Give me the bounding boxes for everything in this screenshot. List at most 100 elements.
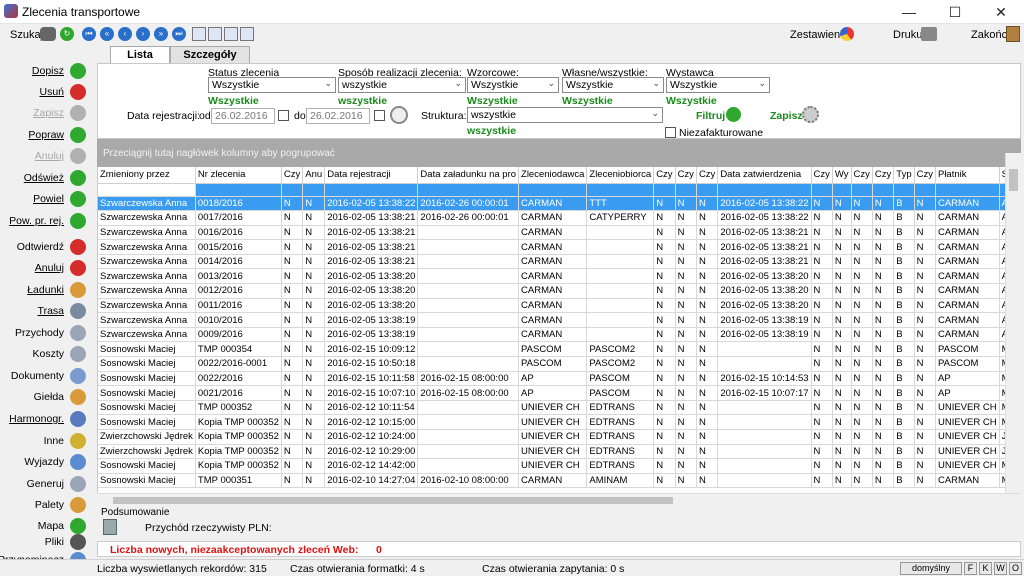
table-cell[interactable]: N — [872, 196, 895, 212]
table-row[interactable]: Zwierzchowski Jędrek Kopia TMP 000352 N N 20… — [98, 444, 1005, 460]
table-cell[interactable]: N — [872, 473, 895, 489]
table-cell[interactable]: AMINAM — [586, 473, 655, 489]
table-cell[interactable]: PASCOM2 — [586, 356, 655, 372]
table-cell[interactable]: N — [281, 458, 304, 474]
table-row[interactable]: Szwarczewska Anna 0017/2016 N N 2016-02-05 1… — [98, 210, 1005, 226]
table-cell[interactable]: UNIEVER CH — [935, 400, 1000, 416]
column-header[interactable]: Czy — [696, 167, 719, 184]
generuj-icon[interactable] — [70, 476, 86, 492]
table-cell[interactable]: N — [872, 225, 895, 241]
table-cell[interactable]: Sosnowski Maciej — [98, 400, 196, 416]
table-cell[interactable]: N — [675, 458, 697, 474]
table-cell[interactable]: N — [851, 356, 873, 372]
table-cell[interactable]: 0011/2016 — [195, 298, 282, 314]
table-cell[interactable]: N — [914, 473, 936, 489]
table-cell[interactable]: 2016-02-05 13:38:21 — [717, 225, 812, 241]
structure-select[interactable]: wszystkie ⌄ — [467, 107, 663, 123]
table-cell[interactable]: 2016-02-05 13:38:22 — [324, 196, 419, 212]
table-cell[interactable]: N — [696, 196, 719, 212]
table-cell[interactable]: N — [302, 312, 326, 328]
table-cell[interactable]: Sosnowski Maciej — [98, 385, 196, 401]
table-cell[interactable]: N — [653, 414, 676, 430]
table-row[interactable]: Szwarczewska Anna 0016/2016 N N 2016-02-05 1… — [98, 225, 1005, 241]
templates-select[interactable]: Wszystkie ⌄ — [467, 77, 559, 93]
table-cell[interactable]: N — [302, 371, 326, 387]
table-cell[interactable] — [417, 414, 520, 430]
odswiez-icon[interactable] — [70, 170, 86, 186]
table-cell[interactable]: B — [893, 341, 915, 358]
prev-page-icon[interactable]: « — [100, 27, 114, 41]
przychody-icon[interactable] — [70, 325, 86, 341]
table-cell[interactable]: UNIEVER CH — [518, 400, 588, 416]
table-cell[interactable]: N — [675, 268, 697, 285]
palety-icon[interactable] — [70, 497, 86, 513]
table-cell[interactable]: N — [914, 385, 936, 401]
table-cell[interactable]: N — [832, 473, 852, 489]
table-row[interactable]: Sosnowski Maciej TMP 000351 N N 2016-02-10 1… — [98, 473, 1005, 489]
sidebar-odtwierdz-button[interactable]: Odtwierdź — [17, 241, 64, 253]
powiel-icon[interactable] — [70, 191, 86, 207]
table-cell[interactable]: UNIEVER CH — [518, 458, 588, 474]
table-cell[interactable]: 2016-02-12 14:42:00 — [324, 458, 419, 474]
table-cell[interactable]: Szwarczewska Anna — [98, 239, 196, 255]
table-cell[interactable]: CARMAN — [935, 283, 1000, 299]
table-cell[interactable]: N — [872, 341, 895, 358]
table-cell[interactable]: PASCOM — [586, 385, 655, 401]
table-cell[interactable]: N — [851, 225, 873, 241]
hscroll-thumb[interactable] — [113, 497, 673, 504]
table-cell[interactable]: B — [893, 327, 915, 343]
table-cell[interactable]: N — [675, 327, 697, 343]
table-cell[interactable]: 0010/2016 — [195, 312, 282, 328]
table-cell[interactable]: N — [302, 414, 326, 430]
table-cell[interactable]: N — [832, 196, 852, 212]
table-cell[interactable]: N — [675, 444, 697, 460]
printer-icon[interactable] — [921, 27, 937, 41]
table-cell[interactable]: N — [811, 414, 833, 430]
table-cell[interactable]: N — [851, 400, 873, 416]
table-cell[interactable]: N — [675, 283, 697, 299]
table-cell[interactable]: N — [872, 429, 895, 445]
table-cell[interactable]: N — [872, 268, 895, 285]
table-cell[interactable]: Kopia TMP 000352 — [195, 429, 282, 445]
table-cell[interactable]: 0021/2016 — [195, 385, 282, 401]
table-cell[interactable]: N — [281, 371, 304, 387]
table-cell[interactable]: N — [872, 356, 895, 372]
filter-cell[interactable] — [935, 183, 1000, 197]
table-cell[interactable]: N — [872, 298, 895, 314]
table-cell[interactable]: N — [811, 254, 833, 270]
status-select[interactable]: Wszystkie ⌄ — [208, 77, 336, 93]
table-cell[interactable] — [417, 268, 520, 285]
table-cell[interactable]: B — [893, 385, 915, 401]
table-cell[interactable]: N — [653, 327, 676, 343]
sidebar-zapisz-button[interactable]: Zapisz — [33, 107, 64, 119]
table-cell[interactable]: N — [675, 196, 697, 212]
table-cell[interactable]: N — [653, 356, 676, 372]
table-cell[interactable]: N — [281, 341, 304, 358]
table-cell[interactable]: Zwierzchowski Jędrek — [98, 429, 196, 445]
table-cell[interactable] — [586, 327, 655, 343]
column-header[interactable]: Czy — [914, 167, 936, 184]
harmonogr-icon[interactable] — [70, 411, 86, 427]
table-cell[interactable]: N — [696, 210, 719, 226]
table-cell[interactable]: 0017/2016 — [195, 210, 282, 226]
table-cell[interactable]: B — [893, 196, 915, 212]
table-cell[interactable] — [417, 429, 520, 445]
table-cell[interactable]: N — [281, 239, 304, 255]
table-cell[interactable]: N — [696, 298, 719, 314]
table-cell[interactable]: 2016-02-12 10:11:54 — [324, 400, 419, 416]
table-cell[interactable]: N — [914, 225, 936, 241]
sidebar-pow-pr-rej-button[interactable]: Pow. pr. rej. — [9, 215, 64, 227]
table-cell[interactable]: N — [851, 473, 873, 489]
table-cell[interactable]: N — [281, 429, 304, 445]
dokumenty-icon[interactable] — [70, 368, 86, 384]
anuluj-icon[interactable] — [70, 260, 86, 276]
table-cell[interactable]: N — [851, 341, 873, 358]
table-cell[interactable]: N — [872, 458, 895, 474]
table-cell[interactable]: N — [675, 371, 697, 387]
table-cell[interactable]: N — [653, 196, 676, 212]
filter-cell[interactable] — [653, 183, 676, 197]
table-cell[interactable]: N — [914, 356, 936, 372]
table-cell[interactable]: 2016-02-05 13:38:22 — [717, 210, 812, 226]
table-cell[interactable]: B — [893, 312, 915, 328]
table-cell[interactable]: N — [914, 196, 936, 212]
